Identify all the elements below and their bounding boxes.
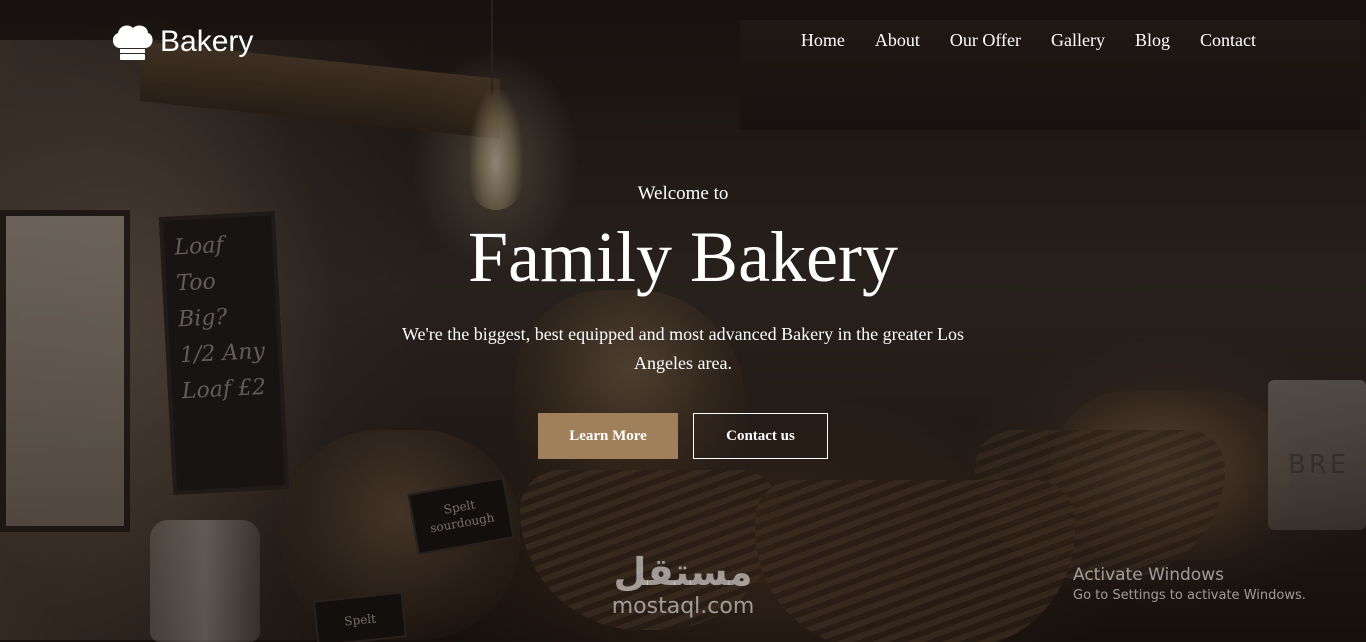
activate-windows-notice: Activate Windows Go to Settings to activ… (1073, 564, 1306, 606)
hero-welcome: Welcome to (637, 183, 729, 204)
activate-windows-subtitle: Go to Settings to activate Windows. (1073, 588, 1306, 603)
main-nav: Home About Our Offer Gallery Blog Contac… (801, 28, 1256, 52)
nav-our-offer[interactable]: Our Offer (950, 28, 1021, 52)
activate-windows-title: Activate Windows (1073, 565, 1224, 585)
nav-gallery[interactable]: Gallery (1051, 28, 1105, 52)
nav-home[interactable]: Home (801, 28, 845, 52)
learn-more-button[interactable]: Learn More (538, 413, 678, 459)
hero-subtitle: We're the biggest, best equipped and mos… (401, 324, 965, 373)
logo-text: Bakery (160, 25, 254, 58)
nav-about[interactable]: About (875, 28, 920, 52)
contact-us-button[interactable]: Contact us (693, 413, 828, 459)
hero-title: Family Bakery (468, 217, 898, 297)
nav-contact[interactable]: Contact (1200, 28, 1256, 52)
watermark-arabic: مستقل (613, 550, 753, 594)
mostaql-watermark: مستقل mostaql.com (597, 550, 769, 620)
chef-hat-icon (112, 25, 153, 60)
watermark-latin: mostaql.com (611, 594, 755, 619)
site-logo[interactable]: Bakery (108, 20, 253, 64)
nav-blog[interactable]: Blog (1135, 28, 1170, 52)
